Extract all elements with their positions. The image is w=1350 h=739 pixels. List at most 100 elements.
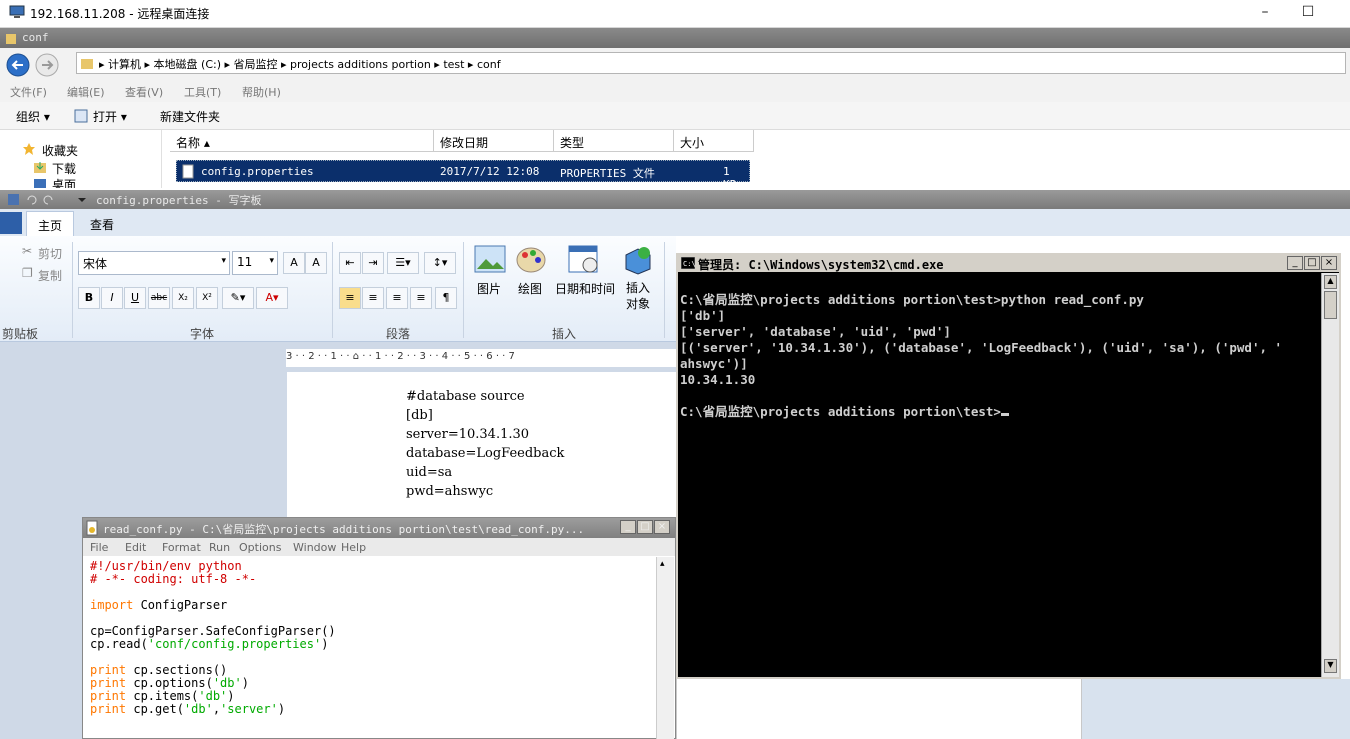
cmd-output[interactable]: C:\省局监控\projects additions portion\test>… xyxy=(680,292,1282,420)
menu-view[interactable]: 查看(V) xyxy=(125,84,163,100)
idle-menu-run[interactable]: Run xyxy=(209,541,230,554)
desktop-icon xyxy=(34,179,46,188)
minimize-button[interactable]: – xyxy=(1255,4,1275,22)
cmd-scrollbar[interactable]: ▲ ▼ xyxy=(1321,273,1339,677)
line-spacing-icon[interactable]: ↕▾ xyxy=(424,252,456,274)
picture-icon[interactable] xyxy=(474,245,506,273)
cut-button[interactable]: 剪切 xyxy=(38,245,62,262)
cmd-icon: C:\ xyxy=(681,257,695,269)
menu-help[interactable]: 帮助(H) xyxy=(242,84,281,100)
idle-menu-help[interactable]: Help xyxy=(341,541,366,554)
breadcrumb[interactable]: ▸ 计算机 ▸ 本地磁盘 (C:) ▸ 省局监控 ▸ projects addi… xyxy=(99,56,501,72)
cmd-maximize-button[interactable]: □ xyxy=(1304,256,1320,270)
paint-icon[interactable] xyxy=(515,245,547,275)
ruler[interactable]: 3 · · 2 · · 1 · · ⌂ · · 1 · · 2 · · 3 · … xyxy=(286,349,676,367)
menu-file[interactable]: 文件(F) xyxy=(10,84,47,100)
insert-object-button[interactable]: 插入对象 xyxy=(626,280,652,312)
paragraph-settings-icon[interactable]: ¶ xyxy=(435,287,457,309)
file-menu-button[interactable] xyxy=(0,212,22,234)
cmd-title: 管理员: C:\Windows\system32\cmd.exe xyxy=(698,258,944,272)
back-forward-icon[interactable] xyxy=(6,53,62,77)
doc-line: uid=sa xyxy=(406,465,453,480)
grow-font-button[interactable]: A xyxy=(283,252,305,274)
nav-desktop[interactable]: 桌面 xyxy=(52,176,76,188)
highlight-color-button[interactable]: ✎▾ xyxy=(222,287,254,309)
nav-favorites[interactable]: 收藏夹 xyxy=(42,142,78,159)
column-type[interactable]: 类型 xyxy=(554,130,674,152)
quick-access-toolbar-icon[interactable] xyxy=(8,193,88,206)
file-list-header: 名称 ▴ 修改日期 类型 大小 xyxy=(170,130,1350,152)
background-area xyxy=(1082,679,1350,739)
underline-button[interactable]: U xyxy=(124,287,146,309)
decrease-indent-icon[interactable]: ⇤ xyxy=(339,252,361,274)
cmd-line xyxy=(680,388,1282,404)
paint-button[interactable]: 绘图 xyxy=(518,280,542,297)
restore-button[interactable]: ☐ xyxy=(1298,4,1318,22)
scroll-down-icon[interactable]: ▼ xyxy=(1324,659,1337,673)
datetime-button[interactable]: 日期和时间 xyxy=(555,280,615,297)
cmd-title-bar: C:\ 管理员: C:\Windows\system32\cmd.exe _ □… xyxy=(678,255,1339,272)
insert-group-label: 插入 xyxy=(552,327,577,341)
italic-button[interactable]: I xyxy=(101,287,123,309)
cmd-line: [('server', '10.34.1.30'), ('database', … xyxy=(680,340,1283,355)
tab-view[interactable]: 查看 xyxy=(90,216,114,233)
font-size-select[interactable]: 11 ▾ xyxy=(232,251,278,275)
justify-icon[interactable]: ≡ xyxy=(410,287,432,309)
scroll-thumb[interactable] xyxy=(1324,291,1337,319)
svg-text:C:\: C:\ xyxy=(683,260,695,268)
tab-home[interactable]: 主页 xyxy=(26,211,74,237)
file-row[interactable]: config.properties 2017/7/12 12:08 PROPER… xyxy=(176,160,750,191)
picture-button[interactable]: 图片 xyxy=(477,280,501,297)
idle-minimize-button[interactable]: _ xyxy=(620,520,636,534)
idle-code-area[interactable]: #!/usr/bin/env python # -*- coding: utf-8… xyxy=(90,560,336,716)
idle-menu-file[interactable]: File xyxy=(90,541,108,554)
bullets-icon[interactable]: ☰▾ xyxy=(387,252,419,274)
column-name[interactable]: 名称 ▴ xyxy=(170,130,434,152)
calendar-icon[interactable] xyxy=(568,245,600,275)
font-color-button[interactable]: A▾ xyxy=(256,287,288,309)
superscript-button[interactable]: X² xyxy=(196,287,218,309)
bold-button[interactable]: B xyxy=(78,287,100,309)
menu-tools[interactable]: 工具(T) xyxy=(184,84,221,100)
open-button[interactable]: 打开 ▾ xyxy=(93,108,127,125)
wordpad-page-lower xyxy=(676,679,1082,739)
shrink-font-button[interactable]: A xyxy=(305,252,327,274)
align-center-icon[interactable]: ≡ xyxy=(362,287,384,309)
idle-title-bar: read_conf.py - C:\省局监控\projects addition… xyxy=(83,518,675,538)
idle-close-button[interactable]: × xyxy=(654,520,670,534)
cmd-line: C:\省局监控\projects additions portion\test>… xyxy=(680,292,1144,307)
idle-maximize-button[interactable]: □ xyxy=(637,520,653,534)
scroll-up-icon[interactable]: ▴ xyxy=(660,559,665,569)
scroll-up-icon[interactable]: ▲ xyxy=(1324,275,1337,289)
code-line: cp.read('conf/config.properties') xyxy=(90,637,329,651)
file-size: 1 KB xyxy=(723,165,737,191)
wordpad-title-bar: config.properties - 写字板 xyxy=(0,190,1350,209)
copy-button[interactable]: 复制 xyxy=(38,267,62,284)
scissors-icon: ✂ xyxy=(22,244,33,258)
column-date[interactable]: 修改日期 xyxy=(434,130,554,152)
cmd-line: ['server', 'database', 'uid', 'pwd'] xyxy=(680,324,951,339)
column-size[interactable]: 大小 xyxy=(674,130,754,152)
python-icon xyxy=(86,520,98,536)
object-icon[interactable] xyxy=(622,245,652,275)
idle-menu-format[interactable]: Format xyxy=(162,541,201,554)
increase-indent-icon[interactable]: ⇥ xyxy=(362,252,384,274)
copy-icon: ❐ xyxy=(22,266,33,280)
nav-downloads[interactable]: 下载 xyxy=(52,160,76,177)
new-folder-button[interactable]: 新建文件夹 xyxy=(160,108,220,125)
cmd-minimize-button[interactable]: _ xyxy=(1287,256,1303,270)
idle-menu-edit[interactable]: Edit xyxy=(125,541,146,554)
strikethrough-button[interactable]: abc xyxy=(148,287,170,309)
organize-button[interactable]: 组织 ▾ xyxy=(16,108,50,125)
font-family-select[interactable]: 宋体 ▾ xyxy=(78,251,230,275)
subscript-button[interactable]: X₂ xyxy=(172,287,194,309)
file-icon xyxy=(182,164,194,179)
cmd-close-button[interactable]: × xyxy=(1321,256,1337,270)
menu-edit[interactable]: 编辑(E) xyxy=(67,84,105,100)
align-right-icon[interactable]: ≡ xyxy=(386,287,408,309)
address-bar[interactable]: ▸ 计算机 ▸ 本地磁盘 (C:) ▸ 省局监控 ▸ projects addi… xyxy=(76,52,1346,74)
idle-menu-options[interactable]: Options xyxy=(239,541,281,554)
idle-menu-window[interactable]: Window xyxy=(293,541,336,554)
align-left-icon[interactable]: ≡ xyxy=(339,287,361,309)
idle-scrollbar[interactable]: ▴ xyxy=(656,557,674,739)
